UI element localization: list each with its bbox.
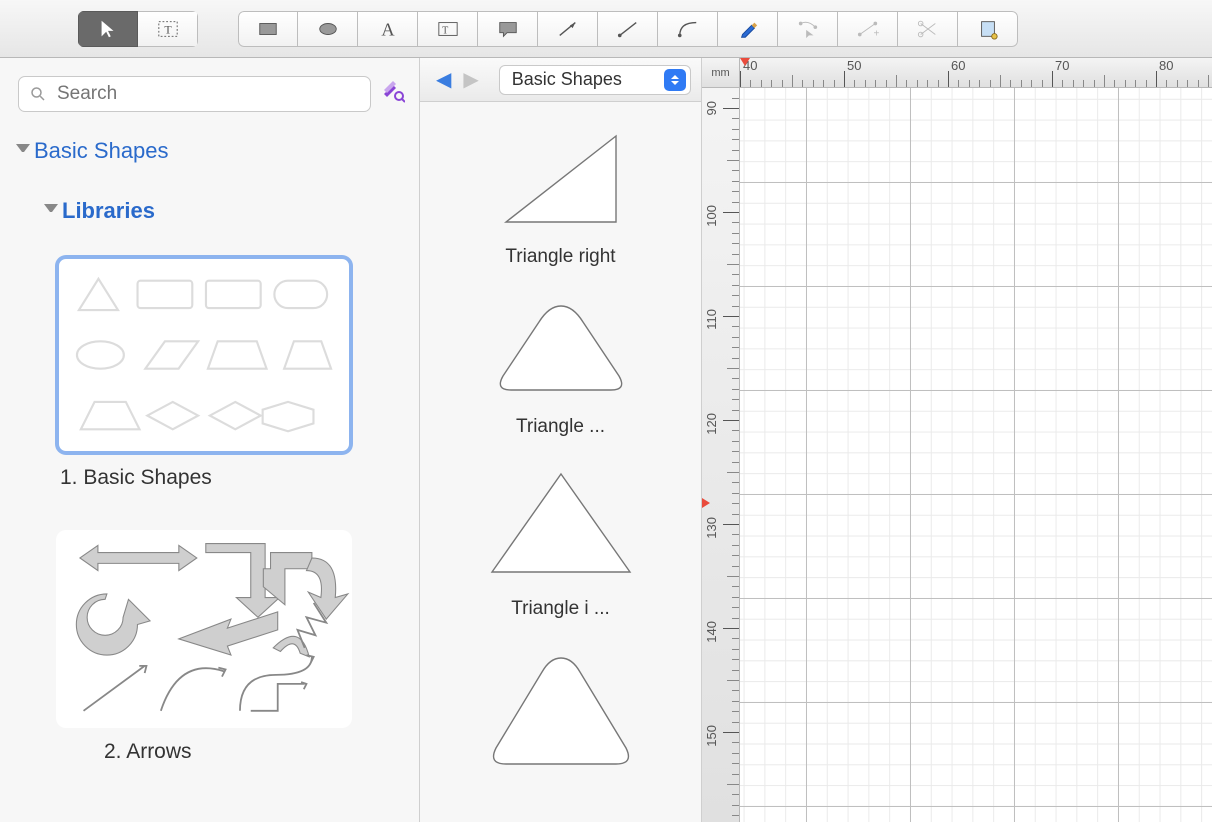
nav-forward-button[interactable]: ▶: [457, 67, 484, 92]
toolbar: T A T +: [0, 0, 1212, 58]
chevron-down-icon: [44, 204, 58, 218]
svg-text:T: T: [164, 22, 172, 36]
pointer-tool[interactable]: [78, 11, 138, 47]
nav-back-button[interactable]: ◀: [430, 67, 457, 92]
text-box-tool[interactable]: T: [418, 11, 478, 47]
search-icon: [29, 85, 47, 103]
page-tool[interactable]: [958, 11, 1018, 47]
pen-tool[interactable]: [718, 11, 778, 47]
chevron-down-icon: [16, 144, 30, 158]
canvas[interactable]: mm 4050607080 90100110120130140150160: [702, 58, 1212, 822]
library-panel: Basic Shapes Libraries: [0, 58, 420, 822]
search-filter-icon[interactable]: [381, 80, 405, 109]
node-select-tool[interactable]: [778, 11, 838, 47]
arrow-tool[interactable]: [538, 11, 598, 47]
dropdown-stepper-icon: [664, 69, 686, 91]
ellipse-tool[interactable]: [298, 11, 358, 47]
library-thumb-arrows[interactable]: [56, 530, 352, 728]
tree-root-basic-shapes[interactable]: Basic Shapes: [16, 134, 419, 168]
canvas-grid[interactable]: [740, 88, 1212, 822]
shape-item-triangle-iso-rounded[interactable]: [420, 620, 701, 770]
search-input-container[interactable]: [18, 76, 371, 112]
shape-label: Triangle i ...: [420, 580, 701, 620]
svg-text:T: T: [442, 25, 448, 36]
library-label-basic-shapes: 1. Basic Shapes: [56, 454, 419, 490]
rectangle-tool[interactable]: [238, 11, 298, 47]
shapes-panel: ◀ ▶ Basic Shapes Triangle right Triangle…: [420, 58, 702, 822]
shape-label: Triangle ...: [420, 398, 701, 438]
tool-group-select: T: [78, 11, 198, 47]
library-label-arrows: 2. Arrows: [56, 728, 419, 764]
tree-child-libraries[interactable]: Libraries: [16, 168, 419, 228]
ruler-horizontal: 4050607080: [740, 58, 1212, 88]
tree-child-label: Libraries: [62, 198, 155, 224]
node-add-tool[interactable]: +: [838, 11, 898, 47]
callout-tool[interactable]: [478, 11, 538, 47]
text-select-tool[interactable]: T: [138, 11, 198, 47]
tool-group-shapes: A T +: [238, 11, 1018, 47]
ruler-unit: mm: [702, 58, 740, 88]
svg-text:A: A: [381, 19, 395, 39]
svg-text:+: +: [873, 28, 879, 39]
curve-tool[interactable]: [658, 11, 718, 47]
tree-root-label: Basic Shapes: [34, 138, 169, 164]
library-thumb-basic-shapes[interactable]: [56, 256, 352, 454]
node-cut-tool[interactable]: [898, 11, 958, 47]
text-tool[interactable]: A: [358, 11, 418, 47]
shape-label: Triangle right: [420, 228, 701, 268]
line-tool[interactable]: [598, 11, 658, 47]
shapes-dropdown[interactable]: Basic Shapes: [499, 65, 691, 95]
shape-item-triangle-right[interactable]: Triangle right: [420, 102, 701, 268]
ruler-vertical: 90100110120130140150160: [702, 88, 740, 822]
shape-item-triangle-rounded[interactable]: Triangle ...: [420, 268, 701, 438]
shapes-dropdown-label: Basic Shapes: [512, 69, 622, 90]
search-input[interactable]: [55, 82, 360, 106]
shape-item-triangle-iso[interactable]: Triangle i ...: [420, 438, 701, 620]
